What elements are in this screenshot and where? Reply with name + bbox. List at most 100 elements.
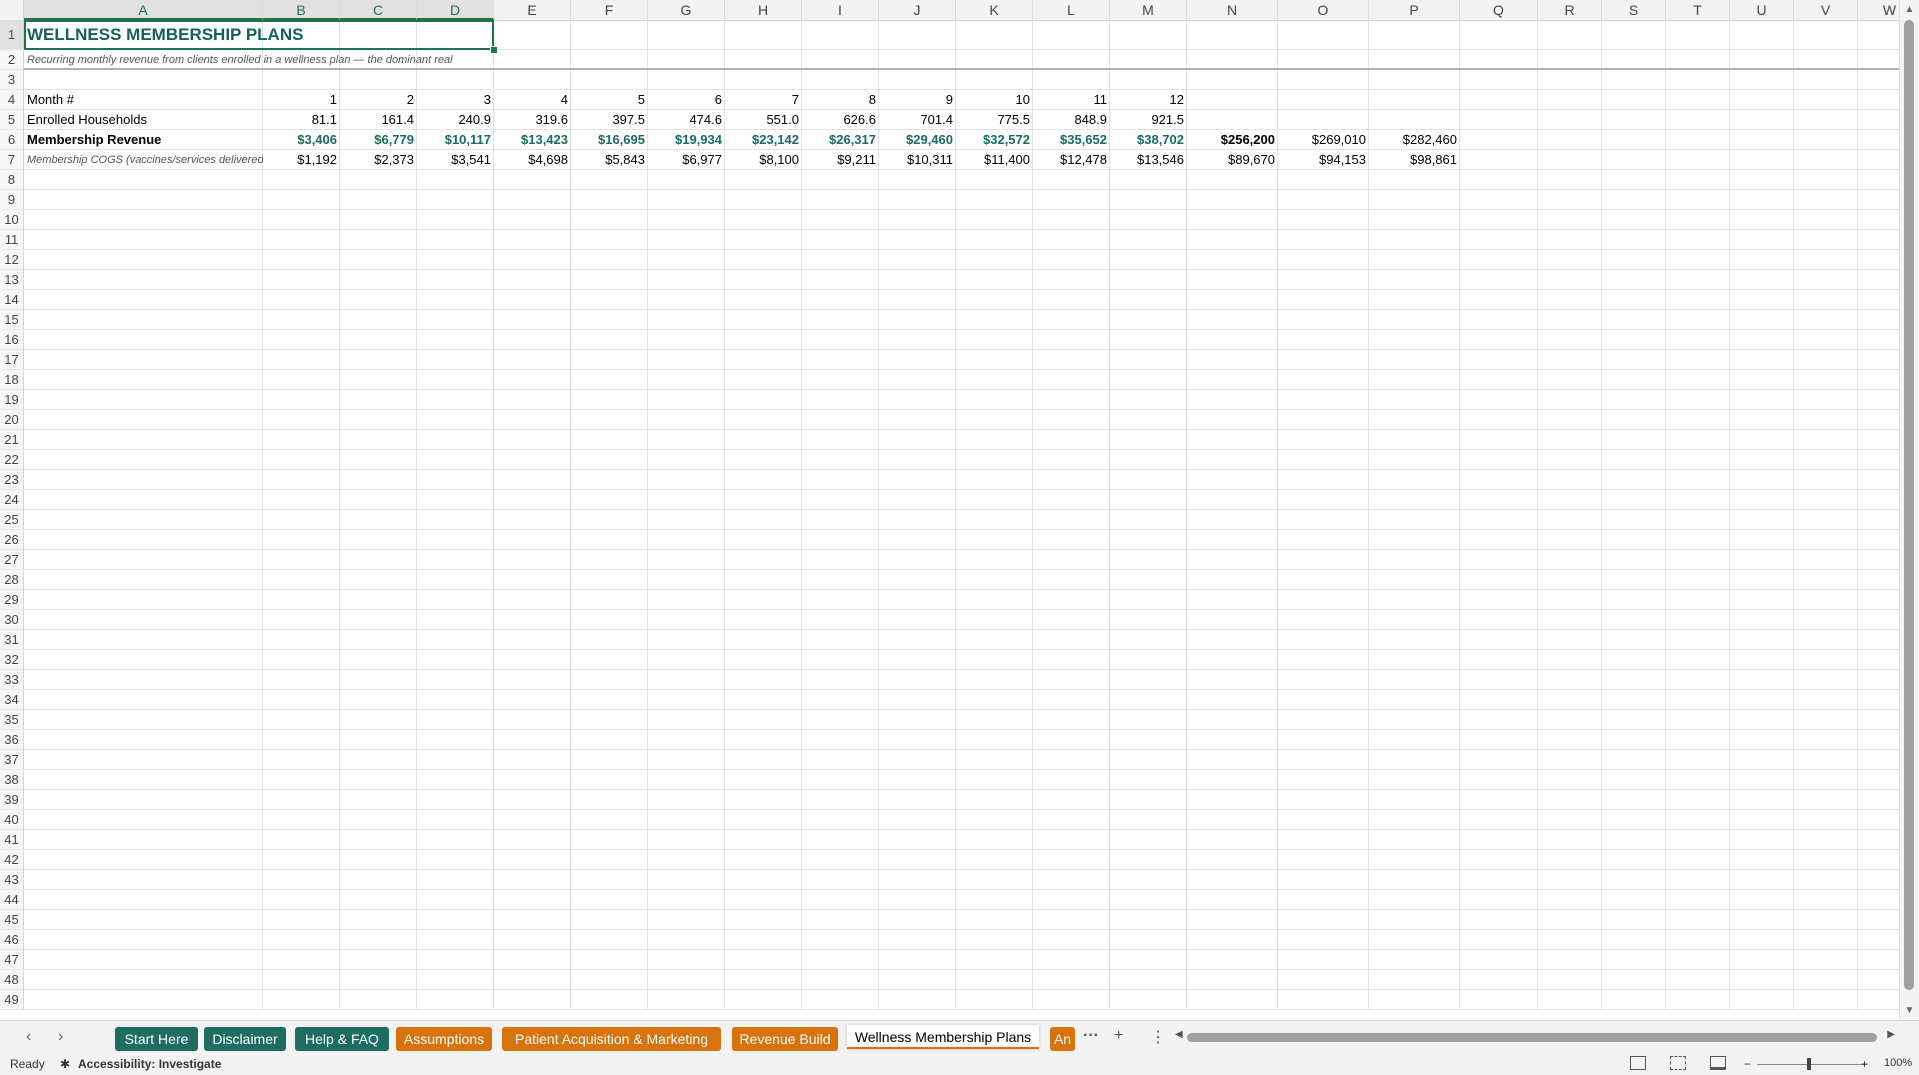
row-header-43[interactable]: 43	[0, 870, 24, 890]
data-cell[interactable]: $5,843	[571, 150, 648, 170]
row-header-28[interactable]: 28	[0, 570, 24, 590]
data-cell[interactable]: $16,695	[571, 130, 648, 150]
data-cell[interactable]: $3,406	[263, 130, 340, 150]
page-layout-icon[interactable]	[1670, 1056, 1686, 1070]
column-header-W[interactable]: W	[1858, 0, 1900, 20]
spreadsheet-grid[interactable]: ABCDEFGHIJKLMNOPQRSTUVW 1 2 3 4 5 6 7 8 9 10 11 12 1…	[0, 0, 1900, 1020]
data-cell[interactable]	[1278, 90, 1369, 110]
row-header-5[interactable]: 5	[0, 110, 24, 130]
data-cell[interactable]: 848.9	[1033, 110, 1110, 130]
data-cell[interactable]: $10,117	[417, 130, 494, 150]
row-header-9[interactable]: 9	[0, 190, 24, 210]
sheet-tab[interactable]: Revenue Build	[732, 1027, 838, 1051]
data-cell[interactable]: $6,779	[340, 130, 417, 150]
column-header-M[interactable]: M	[1110, 0, 1187, 20]
row-header-11[interactable]: 11	[0, 230, 24, 250]
data-cell[interactable]: $35,652	[1033, 130, 1110, 150]
row-header-23[interactable]: 23	[0, 470, 24, 490]
data-cell[interactable]: $282,460	[1369, 130, 1460, 150]
row-label[interactable]: Enrolled Households	[24, 110, 263, 130]
data-cell[interactable]: 2	[340, 90, 417, 110]
row-header-4[interactable]: 4	[0, 90, 24, 110]
data-cell[interactable]: $3,541	[417, 150, 494, 170]
data-cell[interactable]: 701.4	[879, 110, 956, 130]
row-header-31[interactable]: 31	[0, 630, 24, 650]
data-cell[interactable]: $26,317	[802, 130, 879, 150]
sheet-options-icon[interactable]: ⋮	[1150, 1027, 1166, 1047]
column-header-O[interactable]: O	[1278, 0, 1369, 20]
sheet-tab[interactable]: Assumptions	[396, 1027, 492, 1051]
data-cell[interactable]: 11	[1033, 90, 1110, 110]
zoom-out-icon[interactable]: −	[1744, 1057, 1751, 1071]
row-header-2[interactable]: 2	[0, 50, 24, 70]
data-cell[interactable]: $6,977	[648, 150, 725, 170]
column-header-B[interactable]: B	[263, 0, 340, 20]
column-header-C[interactable]: C	[340, 0, 417, 20]
data-cell[interactable]	[1369, 90, 1460, 110]
row-header-40[interactable]: 40	[0, 810, 24, 830]
data-cell[interactable]: 5	[571, 90, 648, 110]
row-header-7[interactable]: 7	[0, 150, 24, 170]
row-header-47[interactable]: 47	[0, 950, 24, 970]
data-cell[interactable]: $10,311	[879, 150, 956, 170]
row-header-37[interactable]: 37	[0, 750, 24, 770]
data-cell[interactable]: $32,572	[956, 130, 1033, 150]
horizontal-scroll-thumb[interactable]	[1187, 1033, 1877, 1042]
accessibility-status[interactable]: Accessibility: Investigate	[78, 1057, 221, 1071]
row-header-24[interactable]: 24	[0, 490, 24, 510]
column-header-S[interactable]: S	[1602, 0, 1666, 20]
row-header-20[interactable]: 20	[0, 410, 24, 430]
data-cell[interactable]: $269,010	[1278, 130, 1369, 150]
zoom-slider-thumb[interactable]	[1807, 1058, 1811, 1070]
column-header-U[interactable]: U	[1730, 0, 1794, 20]
vertical-scroll-thumb[interactable]	[1904, 20, 1914, 990]
row-header-49[interactable]: 49	[0, 990, 24, 1010]
add-sheet-icon[interactable]: +	[1114, 1027, 1123, 1045]
data-cell[interactable]: 10	[956, 90, 1033, 110]
row-header-36[interactable]: 36	[0, 730, 24, 750]
data-cell[interactable]	[1187, 90, 1278, 110]
sheet-tab[interactable]: Help & FAQ	[295, 1027, 389, 1051]
zoom-level[interactable]: 100%	[1884, 1057, 1912, 1069]
row-header-21[interactable]: 21	[0, 430, 24, 450]
column-header-H[interactable]: H	[725, 0, 802, 20]
row-header-32[interactable]: 32	[0, 650, 24, 670]
data-cell[interactable]: 7	[725, 90, 802, 110]
data-cell[interactable]: $94,153	[1278, 150, 1369, 170]
accessibility-icon[interactable]: ✱	[60, 1057, 70, 1071]
row-header-3[interactable]: 3	[0, 70, 24, 90]
column-header-K[interactable]: K	[956, 0, 1033, 20]
normal-view-icon[interactable]	[1630, 1056, 1646, 1070]
sheet-tab[interactable]: Wellness Membership Plans	[847, 1025, 1039, 1049]
data-cell[interactable]: 6	[648, 90, 725, 110]
data-cell[interactable]: $38,702	[1110, 130, 1187, 150]
data-cell[interactable]: 775.5	[956, 110, 1033, 130]
data-cell[interactable]: 397.5	[571, 110, 648, 130]
row-header-10[interactable]: 10	[0, 210, 24, 230]
data-cell[interactable]: $12,478	[1033, 150, 1110, 170]
scroll-left-icon[interactable]: ◀	[1175, 1029, 1183, 1040]
row-header-35[interactable]: 35	[0, 710, 24, 730]
row-label[interactable]: Membership Revenue	[24, 130, 263, 150]
column-header-A[interactable]: A	[24, 0, 263, 20]
next-sheet-icon[interactable]: ›	[58, 1028, 63, 1046]
row-header-44[interactable]: 44	[0, 890, 24, 910]
data-cell[interactable]: $89,670	[1187, 150, 1278, 170]
horizontal-scrollbar[interactable]: ◀ ▶	[1175, 1029, 1895, 1045]
sheet-tab[interactable]: Start Here	[115, 1027, 198, 1051]
data-cell[interactable]	[1278, 110, 1369, 130]
data-cell[interactable]: $29,460	[879, 130, 956, 150]
row-header-27[interactable]: 27	[0, 550, 24, 570]
row-label[interactable]: Membership COGS (vaccines/services deliv…	[24, 150, 263, 170]
row-header-34[interactable]: 34	[0, 690, 24, 710]
row-header-25[interactable]: 25	[0, 510, 24, 530]
zoom-in-icon[interactable]: +	[1861, 1057, 1868, 1071]
data-cell[interactable]: 9	[879, 90, 956, 110]
data-cell[interactable]: 81.1	[263, 110, 340, 130]
data-cell[interactable]: 12	[1110, 90, 1187, 110]
column-header-D[interactable]: D	[417, 0, 494, 20]
data-cell[interactable]: 8	[802, 90, 879, 110]
data-cell[interactable]: 921.5	[1110, 110, 1187, 130]
column-header-Q[interactable]: Q	[1460, 0, 1538, 20]
row-header-6[interactable]: 6	[0, 130, 24, 150]
